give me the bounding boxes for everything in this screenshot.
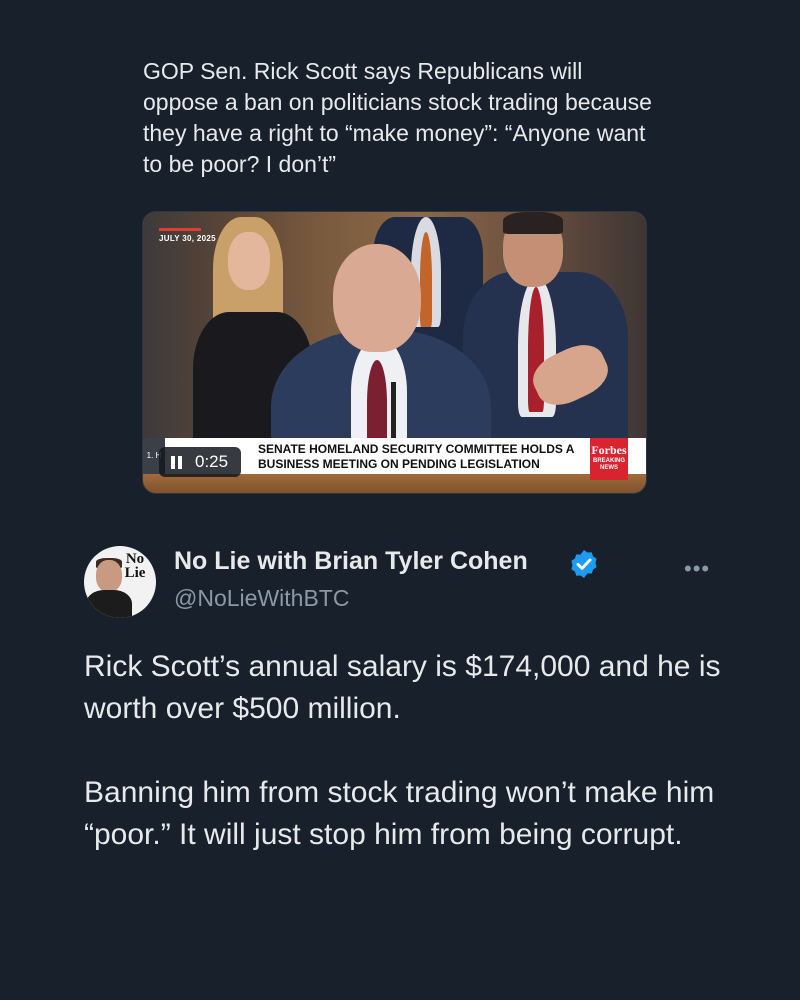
forbes-brand: Forbes <box>591 443 627 457</box>
verified-badge-icon <box>571 550 597 578</box>
microphone <box>391 382 396 444</box>
video-playback-control[interactable]: 0:25 <box>159 447 241 477</box>
forbes-breaking-news: BREAKING NEWS <box>592 458 625 471</box>
avatar[interactable]: No Lie <box>84 546 156 618</box>
quoted-tweet-text: GOP Sen. Rick Scott says Republicans wil… <box>143 58 652 177</box>
lower-third-text: SENATE HOMELAND SECURITY COMMITTEE HOLDS… <box>258 442 575 471</box>
tweet-text: Rick Scott’s annual salary is $174,000 a… <box>84 650 721 851</box>
video-date-label: JULY 30, 2025 <box>159 234 216 243</box>
author-display-name[interactable]: No Lie with Brian Tyler Cohen <box>174 547 528 576</box>
video-player[interactable]: JULY 30, 2025 1. H SENATE HOMELAND SECUR… <box>142 211 647 494</box>
no-lie-logo: No Lie <box>124 551 146 581</box>
pause-icon[interactable] <box>171 456 183 469</box>
author-handle[interactable]: @NoLieWithBTC <box>174 585 349 612</box>
video-duration: 0:25 <box>195 452 229 471</box>
forbes-logo: Forbes BREAKING NEWS <box>590 438 628 480</box>
more-options-icon[interactable]: ••• <box>684 556 710 582</box>
